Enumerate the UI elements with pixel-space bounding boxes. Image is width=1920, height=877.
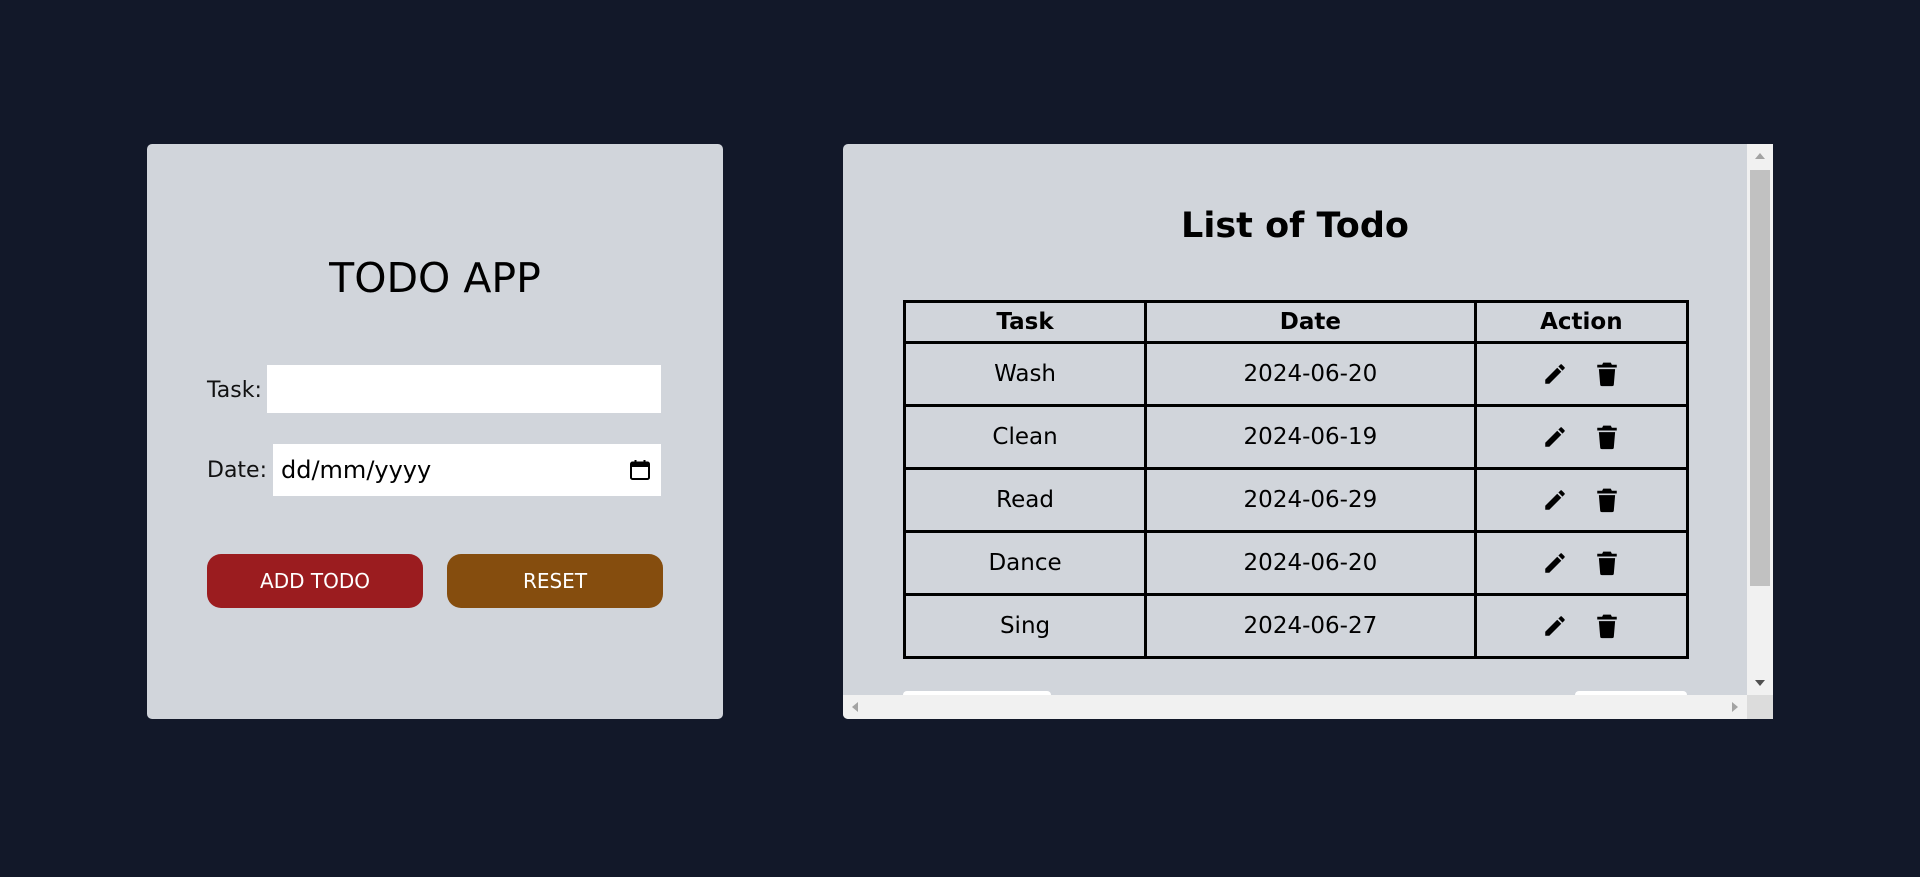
date-input[interactable]: dd/mm/yyyy	[273, 444, 661, 496]
todo-table: Task Date Action Wash 2024-06-20 Clean 2024…	[902, 300, 1690, 659]
table-row: Sing 2024-06-27	[902, 593, 1690, 659]
scroll-left-arrow-icon[interactable]	[852, 702, 858, 712]
page: TODO APP Task: Date: dd/mm/yyyy ADD TODO…	[0, 0, 1920, 877]
date-cell: 2024-06-19	[1144, 404, 1477, 470]
todo-form-card: TODO APP Task: Date: dd/mm/yyyy ADD TODO…	[147, 144, 723, 719]
delete-trash-icon[interactable]	[1593, 360, 1621, 388]
date-cell: 2024-06-27	[1144, 593, 1477, 659]
reset-button[interactable]: RESET	[447, 554, 663, 608]
action-cell	[1473, 530, 1690, 596]
delete-trash-icon[interactable]	[1593, 612, 1621, 640]
edit-pencil-icon[interactable]	[1541, 486, 1569, 514]
task-cell: Clean	[902, 404, 1148, 470]
calendar-icon[interactable]	[629, 459, 651, 481]
edit-pencil-icon[interactable]	[1541, 423, 1569, 451]
task-input[interactable]	[267, 365, 661, 413]
scrollbar-corner	[1747, 695, 1773, 719]
action-cell	[1473, 341, 1690, 407]
column-header-date: Date	[1144, 300, 1477, 344]
scroll-down-arrow-icon[interactable]	[1755, 680, 1765, 686]
vertical-scrollbar[interactable]	[1747, 144, 1773, 695]
task-cell: Wash	[902, 341, 1148, 407]
add-todo-button[interactable]: ADD TODO	[207, 554, 423, 608]
action-cell	[1473, 404, 1690, 470]
date-placeholder: dd/mm/yyyy	[281, 456, 432, 484]
delete-trash-icon[interactable]	[1593, 549, 1621, 577]
delete-trash-icon[interactable]	[1593, 486, 1621, 514]
task-label: Task:	[207, 378, 262, 403]
horizontal-scrollbar[interactable]	[843, 695, 1747, 719]
table-row: Clean 2024-06-19	[902, 404, 1690, 470]
date-cell: 2024-06-20	[1144, 341, 1477, 407]
edit-pencil-icon[interactable]	[1541, 360, 1569, 388]
edit-pencil-icon[interactable]	[1541, 549, 1569, 577]
column-header-task: Task	[902, 300, 1148, 344]
task-cell: Sing	[902, 593, 1148, 659]
task-cell: Read	[902, 467, 1148, 533]
todo-list-card[interactable]: List of Todo Task Date Action Wash 2024-0…	[843, 144, 1773, 719]
list-title: List of Todo	[1181, 206, 1409, 246]
action-cell	[1473, 467, 1690, 533]
edit-pencil-icon[interactable]	[1541, 612, 1569, 640]
app-title: TODO APP	[329, 254, 541, 302]
table-row: Wash 2024-06-20	[902, 341, 1690, 407]
column-header-action: Action	[1473, 300, 1690, 344]
table-header-row: Task Date Action	[902, 300, 1690, 344]
date-label: Date:	[207, 458, 267, 483]
scroll-right-arrow-icon[interactable]	[1732, 702, 1738, 712]
todo-table-body: Wash 2024-06-20 Clean 2024-06-19 Read 2024-06…	[902, 341, 1690, 659]
date-cell: 2024-06-29	[1144, 467, 1477, 533]
delete-trash-icon[interactable]	[1593, 423, 1621, 451]
action-cell	[1473, 593, 1690, 659]
table-row: Read 2024-06-29	[902, 467, 1690, 533]
task-cell: Dance	[902, 530, 1148, 596]
table-row: Dance 2024-06-20	[902, 530, 1690, 596]
scroll-up-arrow-icon[interactable]	[1755, 153, 1765, 159]
date-cell: 2024-06-20	[1144, 530, 1477, 596]
vertical-scroll-thumb[interactable]	[1750, 170, 1770, 586]
